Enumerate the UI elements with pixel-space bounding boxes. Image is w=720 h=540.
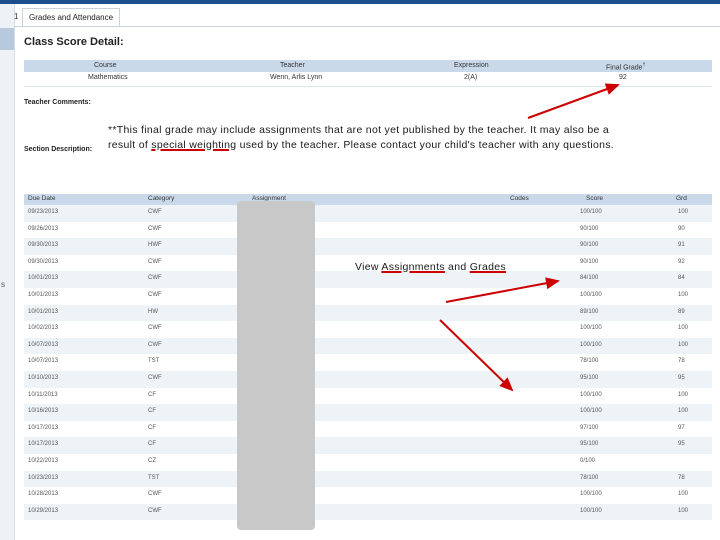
arrow-to-final-grade: [527, 83, 620, 119]
annotation-arrows: [439, 83, 620, 392]
arrow-to-score-column: [445, 277, 560, 303]
arrow-to-grd-column: [439, 319, 514, 392]
